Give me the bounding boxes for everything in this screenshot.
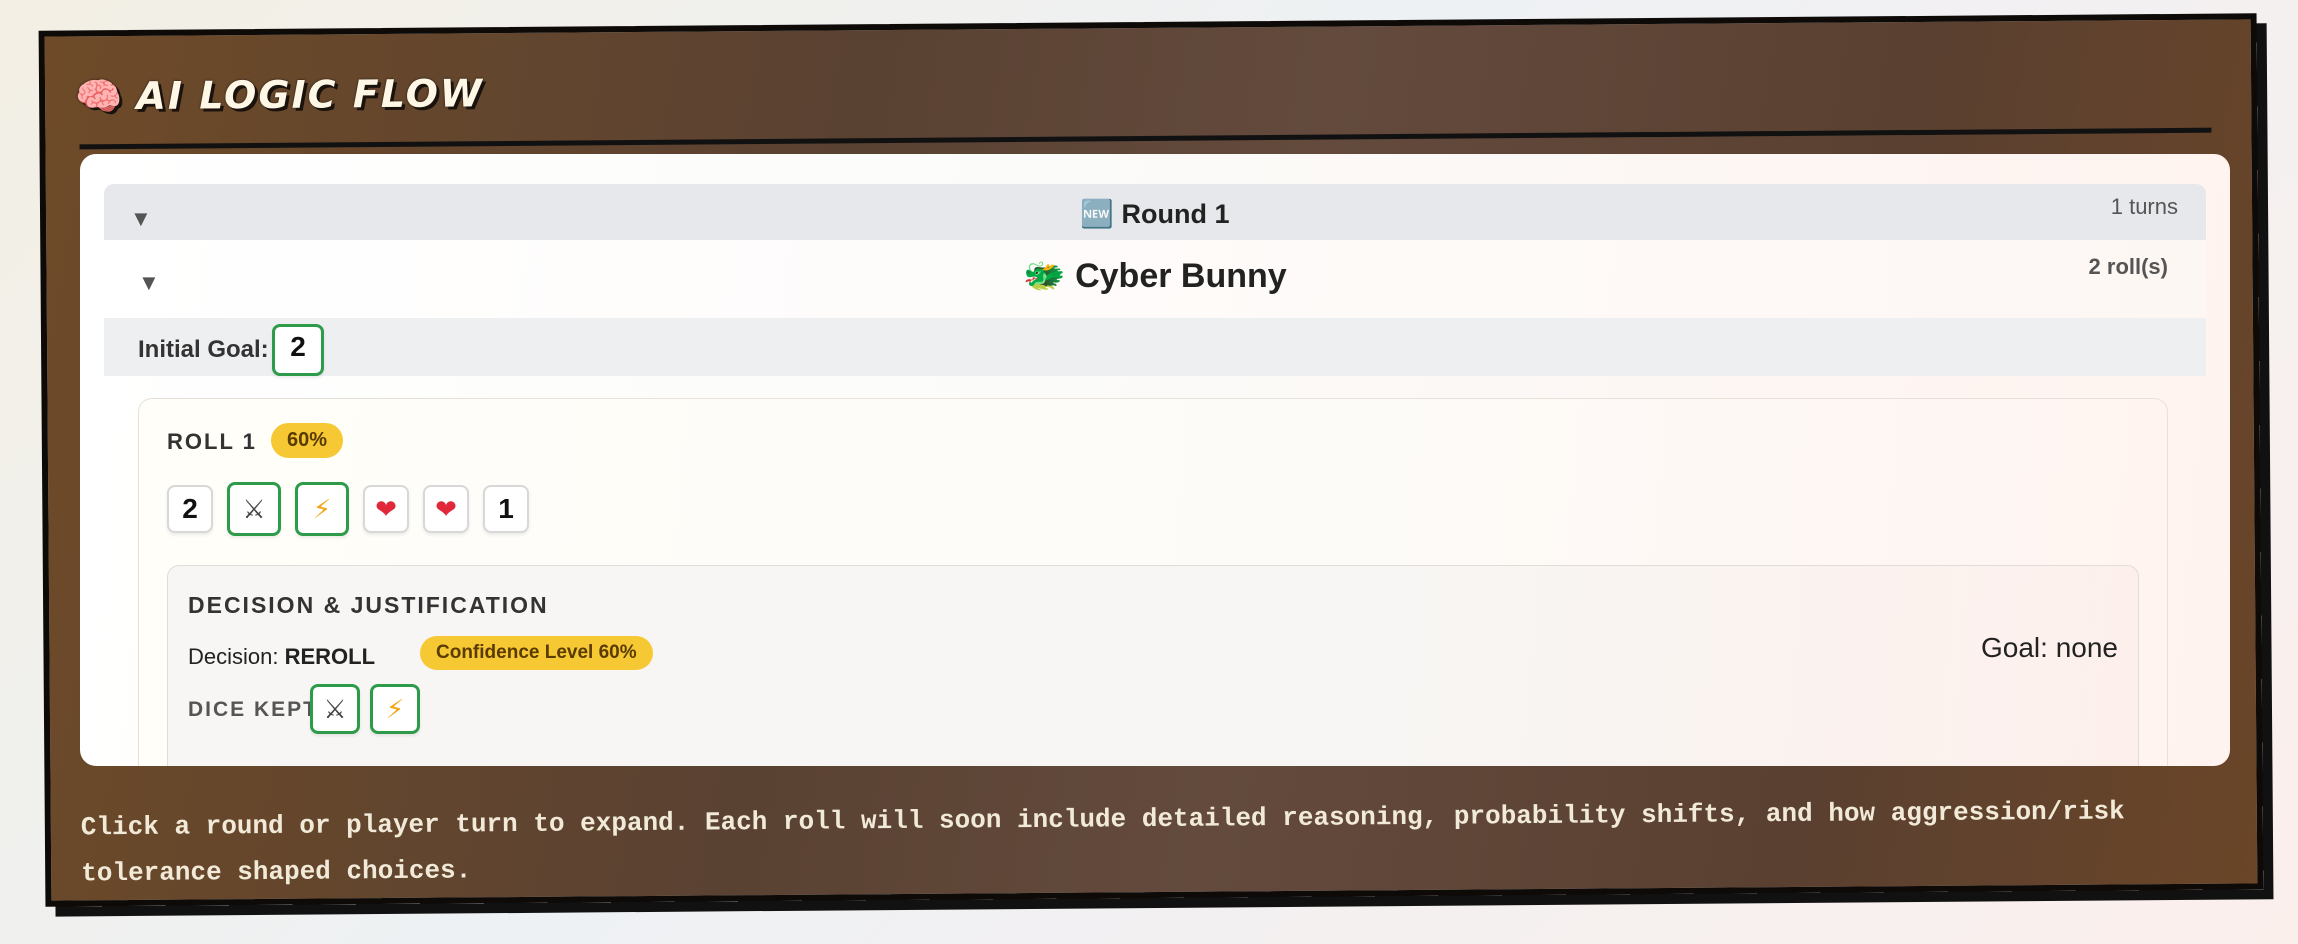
player-title: 🐲 Cyber Bunny xyxy=(104,256,2206,296)
log-card: ▼ 🆕 Round 1 1 turns ▼ 🐲 Cyber Bunny 2 ro… xyxy=(79,153,2230,766)
initial-goal-row: Initial Goal: 2 xyxy=(103,317,2206,376)
decision-line: Decision: REROLL xyxy=(188,644,375,670)
roll-label: ROLL 1 xyxy=(166,428,257,454)
player-turn-header[interactable]: ▼ 🐲 Cyber Bunny 2 roll(s) xyxy=(103,239,2206,319)
round-title: 🆕 Round 1 xyxy=(104,198,2206,230)
round-turn-count: 1 turns xyxy=(2110,193,2178,219)
heart-icon: ❤ xyxy=(422,484,469,533)
panel-title-text: AI LOGIC FLOW xyxy=(136,71,485,118)
lightning-icon: ⚡ xyxy=(369,683,420,734)
dice-kept-label: DICE KEPT: xyxy=(187,697,325,721)
player-name: Cyber Bunny xyxy=(1075,256,1287,295)
panel-footer-hint: Click a round or player turn to expand. … xyxy=(80,796,2125,889)
die-number: 1 xyxy=(482,484,529,533)
decision-label: Decision: xyxy=(187,643,279,669)
decision-value: REROLL xyxy=(284,643,376,669)
new-badge-icon: 🆕 xyxy=(1080,198,1115,229)
dice-row: 2 ⚔ ⚡ ❤ ❤ 1 xyxy=(166,481,529,536)
kept-dice-row: ⚔ ⚡ xyxy=(309,683,420,734)
decision-box: DECISION & JUSTIFICATION Decision: REROL… xyxy=(166,564,2139,766)
decision-goal: Goal: none xyxy=(1980,631,2118,663)
ai-logic-flow-panel: 🧠 AI LOGIC FLOW ▼ 🆕 Round 1 1 turns ▼ 🐲 C… xyxy=(38,13,2264,907)
round-title-text: Round 1 xyxy=(1121,198,1230,229)
lightning-icon: ⚡ xyxy=(294,481,349,536)
decision-title: DECISION & JUSTIFICATION xyxy=(187,591,549,618)
heart-icon: ❤ xyxy=(362,484,409,533)
brain-icon: 🧠 xyxy=(74,74,125,119)
panel-title: 🧠 AI LOGIC FLOW xyxy=(75,71,484,119)
title-divider xyxy=(79,127,2212,150)
confidence-level-badge: Confidence Level 60% xyxy=(419,635,653,670)
die-number: 2 xyxy=(166,484,213,533)
roll-card: ROLL 1 60% 2 ⚔ ⚡ ❤ ❤ 1 DECISION & JUSTIF… xyxy=(137,397,2168,766)
crossed-swords-icon: ⚔ xyxy=(309,683,360,734)
dragon-icon: 🐲 xyxy=(1023,256,1066,295)
initial-goal-die: 2 xyxy=(271,323,324,376)
round-header[interactable]: ▼ 🆕 Round 1 1 turns xyxy=(103,183,2206,241)
crossed-swords-icon: ⚔ xyxy=(226,481,281,536)
initial-goal-label: Initial Goal: xyxy=(137,335,269,363)
player-roll-count: 2 roll(s) xyxy=(2088,253,2168,279)
roll-confidence-badge: 60% xyxy=(270,422,344,458)
